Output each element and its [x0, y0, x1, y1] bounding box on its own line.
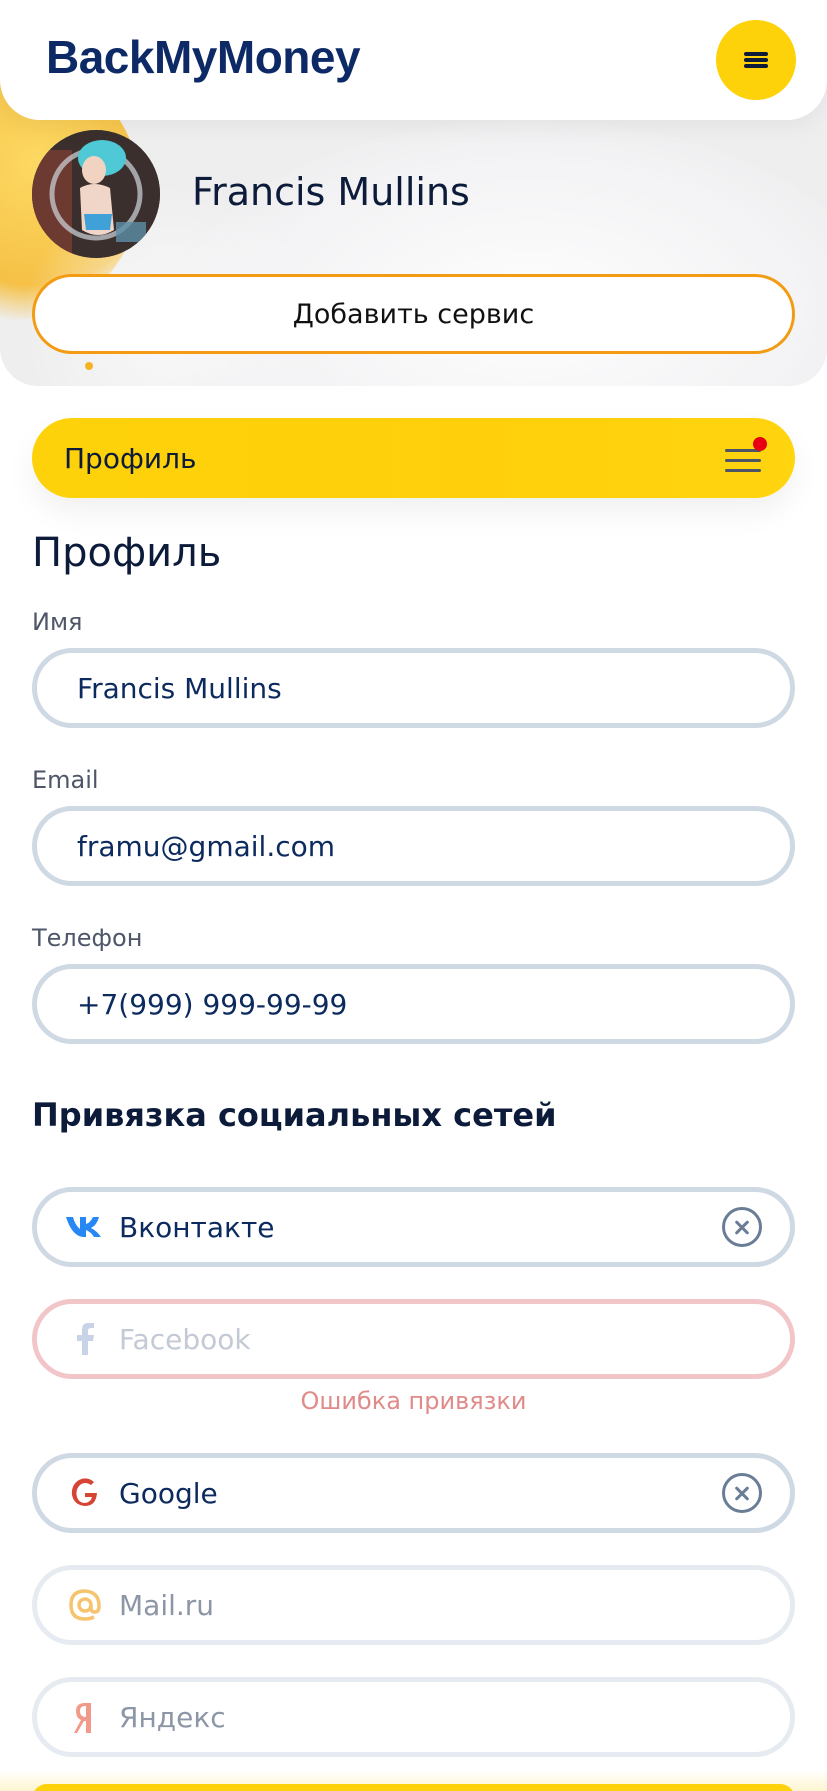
social-item-facebook[interactable]: Facebook	[32, 1299, 795, 1379]
add-service-button[interactable]: Добавить сервис	[32, 274, 795, 354]
social-item-mailru[interactable]: Mail.ru	[32, 1565, 795, 1645]
bottom-action-button[interactable]	[32, 1784, 795, 1791]
avatar-image	[32, 130, 160, 258]
name-input[interactable]	[77, 671, 737, 705]
app-logo[interactable]: BackMyMoney	[46, 30, 361, 84]
top-bar: BackMyMoney	[0, 0, 827, 120]
menu-icon	[744, 52, 768, 68]
section-selector[interactable]: Профиль	[32, 418, 795, 498]
phone-field[interactable]	[32, 964, 795, 1044]
unlink-vk-button[interactable]	[722, 1207, 762, 1247]
unlink-google-button[interactable]	[722, 1473, 762, 1513]
name-field[interactable]	[32, 648, 795, 728]
email-label: Email	[32, 766, 99, 794]
social-item-label: Вконтакте	[119, 1210, 275, 1244]
social-item-label: Mail.ru	[119, 1588, 215, 1622]
facebook-icon	[65, 1319, 105, 1359]
phone-label: Телефон	[32, 924, 143, 952]
yandex-icon	[65, 1697, 105, 1737]
section-selector-label: Профиль	[64, 441, 197, 475]
phone-input[interactable]	[77, 987, 737, 1021]
email-input[interactable]	[77, 829, 737, 863]
social-item-label: Яндекс	[119, 1700, 226, 1734]
name-label: Имя	[32, 608, 83, 636]
notification-dot	[753, 437, 767, 451]
list-menu-icon	[725, 437, 767, 473]
facebook-error-message: Ошибка привязки	[300, 1387, 527, 1415]
decorative-dot	[85, 362, 93, 370]
page-title: Профиль	[32, 530, 222, 576]
user-name: Francis Mullins	[192, 170, 470, 214]
avatar[interactable]	[32, 130, 160, 258]
social-section-title: Привязка социальных сетей	[32, 1096, 557, 1134]
vk-icon	[65, 1207, 105, 1247]
mailru-icon	[65, 1585, 105, 1625]
social-item-label: Google	[119, 1476, 218, 1510]
main-menu-button[interactable]	[716, 20, 796, 100]
social-item-vk[interactable]: Вконтакте	[32, 1187, 795, 1267]
social-item-google[interactable]: Google	[32, 1453, 795, 1533]
email-field[interactable]	[32, 806, 795, 886]
google-icon	[65, 1473, 105, 1513]
social-item-yandex[interactable]: Яндекс	[32, 1677, 795, 1757]
social-item-label: Facebook	[119, 1322, 251, 1356]
